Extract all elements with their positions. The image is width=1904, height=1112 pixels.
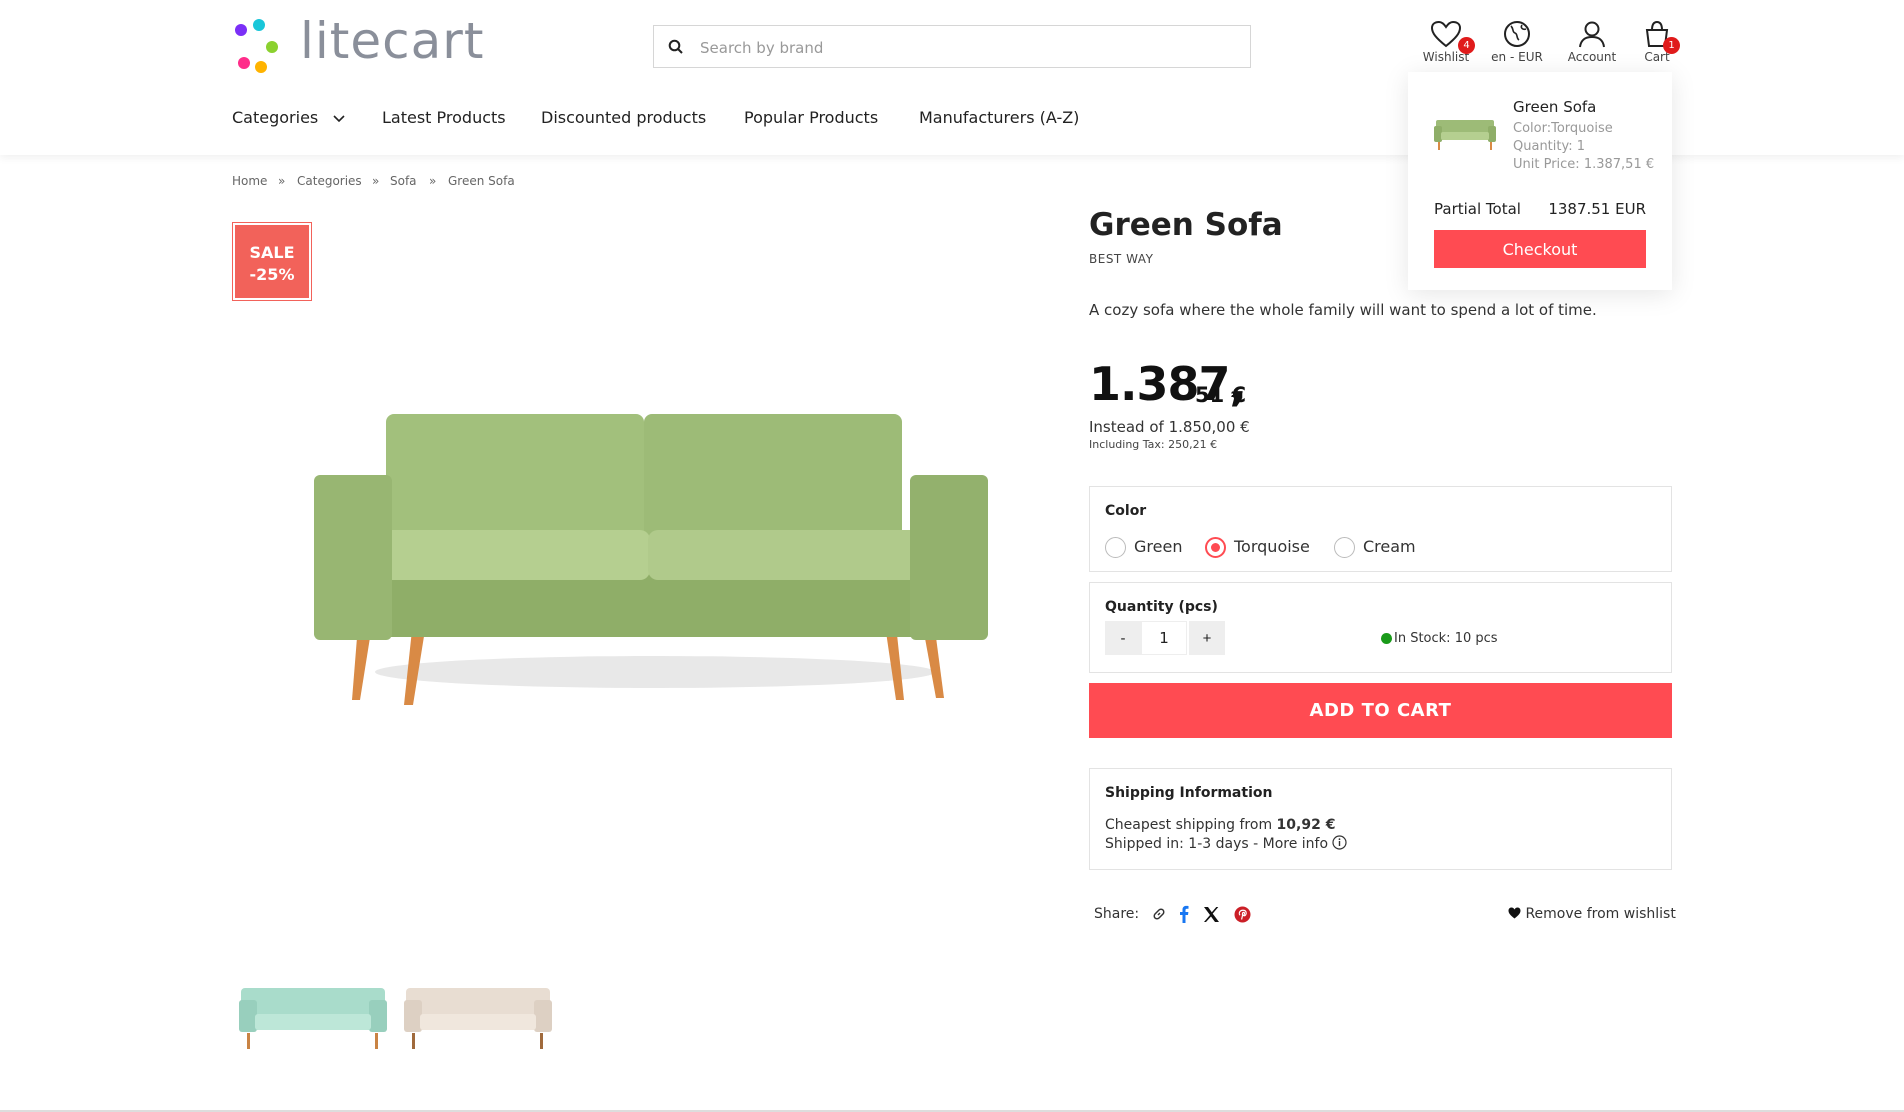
product-description: A cozy sofa where the whole family will … (1089, 301, 1597, 319)
shipped-in: Shipped in: 1-3 days - More info (1105, 835, 1348, 852)
thumbnail-cream[interactable] (400, 978, 556, 1050)
color-label: Color (1105, 503, 1147, 519)
search-icon (668, 39, 683, 54)
sale-badge: SALE -25% (232, 222, 312, 301)
color-options-panel: Color Green Torquoise Cream (1089, 486, 1672, 572)
stock-status-dot (1381, 633, 1392, 644)
logo[interactable]: litecart (232, 12, 492, 73)
heart-filled-icon (1508, 907, 1521, 919)
color-label-green[interactable]: Green (1134, 537, 1182, 556)
account-label: Account (1567, 50, 1617, 64)
locale-selector[interactable]: en - EUR (1487, 20, 1547, 64)
product-title: Green Sofa (1089, 207, 1283, 243)
cart-count-badge: 1 (1663, 37, 1680, 54)
cart-item-unit-price: Unit Price: 1.387,51 € (1513, 157, 1655, 172)
cheapest-shipping-label: Cheapest shipping from (1105, 817, 1273, 833)
sale-badge-label: SALE (249, 243, 295, 262)
price-cents: 51 € (1195, 383, 1247, 407)
user-icon (1579, 21, 1605, 48)
share-label: Share: (1094, 906, 1140, 922)
cheapest-shipping-value: 10,92 € (1276, 817, 1336, 833)
color-radio-torquoise[interactable] (1205, 537, 1226, 558)
quantity-label: Quantity (pcs) (1105, 599, 1218, 615)
cart-item-thumbnail[interactable] (1432, 114, 1498, 152)
breadcrumb-home[interactable]: Home (232, 174, 267, 188)
nav-popular-products[interactable]: Popular Products (744, 108, 878, 127)
breadcrumb-current: Green Sofa (448, 174, 515, 188)
x-twitter-icon[interactable] (1203, 906, 1220, 923)
nav-categories[interactable]: Categories (232, 108, 345, 127)
info-icon[interactable] (1332, 835, 1348, 850)
product-brand[interactable]: BEST WAY (1089, 252, 1153, 266)
color-radio-cream[interactable] (1334, 537, 1355, 558)
chevron-down-icon (333, 115, 345, 123)
partial-total-value: 1387.51 EUR (1548, 200, 1646, 218)
checkout-button[interactable]: Checkout (1434, 230, 1646, 268)
cart-item-name[interactable]: Green Sofa (1513, 98, 1596, 116)
color-label-cream[interactable]: Cream (1363, 537, 1416, 556)
sale-badge-discount: -25% (249, 265, 295, 284)
logo-text: litecart (300, 12, 485, 70)
globe-icon (1504, 21, 1530, 47)
regular-price: Instead of 1.850,00 € (1089, 418, 1250, 436)
nav-discounted-products[interactable]: Discounted products (541, 108, 706, 127)
breadcrumb-separator: » (278, 174, 286, 188)
remove-from-wishlist-link[interactable]: Remove from wishlist (1508, 906, 1676, 922)
color-radio-green[interactable] (1105, 537, 1126, 558)
breadcrumb-categories[interactable]: Categories (297, 174, 362, 188)
cart-dropdown: Green Sofa Color:Torquoise Quantity: 1 U… (1408, 72, 1672, 290)
thumbnail-torquoise[interactable] (235, 978, 391, 1050)
quantity-increase-button[interactable]: + (1189, 621, 1225, 655)
link-icon[interactable] (1152, 907, 1166, 921)
breadcrumb-sofa[interactable]: Sofa (390, 174, 417, 188)
search-box[interactable] (653, 25, 1251, 69)
stock-status: In Stock: 10 pcs (1394, 631, 1498, 646)
partial-total-label: Partial Total (1434, 200, 1521, 218)
tax-info: Including Tax: 250,21 € (1089, 438, 1218, 451)
quantity-panel: Quantity (pcs) - 1 + In Stock: 10 pcs (1089, 582, 1672, 673)
quantity-input[interactable]: 1 (1141, 621, 1187, 655)
facebook-icon[interactable] (1179, 905, 1189, 923)
breadcrumb-separator: » (372, 174, 380, 188)
nav-categories-label: Categories (232, 108, 319, 127)
nav-latest-products[interactable]: Latest Products (382, 108, 506, 127)
locale-label: en - EUR (1491, 50, 1543, 64)
wishlist-count-badge: 4 (1458, 37, 1475, 54)
add-to-cart-button[interactable]: ADD TO CART (1089, 683, 1672, 738)
remove-from-wishlist-label: Remove from wishlist (1525, 906, 1676, 922)
pinterest-icon[interactable] (1234, 906, 1251, 923)
quantity-decrease-button[interactable]: - (1105, 621, 1141, 655)
cart-item-color: Color:Torquoise (1513, 121, 1613, 136)
shipping-title: Shipping Information (1105, 785, 1273, 801)
nav-manufacturers[interactable]: Manufacturers (A-Z) (919, 108, 1079, 127)
shipping-panel: Shipping Information Cheapest shipping f… (1089, 768, 1672, 870)
cheapest-shipping: Cheapest shipping from 10,92 € (1105, 817, 1335, 833)
account-link[interactable]: Account (1562, 20, 1622, 64)
search-input[interactable] (698, 26, 1242, 69)
cart-item-quantity: Quantity: 1 (1513, 139, 1586, 154)
shipped-in-text[interactable]: Shipped in: 1-3 days - More info (1105, 836, 1328, 852)
logo-dots-icon (235, 19, 278, 73)
product-main-image[interactable] (300, 400, 1000, 720)
breadcrumb-separator: » (429, 174, 437, 188)
color-label-torquoise[interactable]: Torquoise (1234, 537, 1310, 556)
